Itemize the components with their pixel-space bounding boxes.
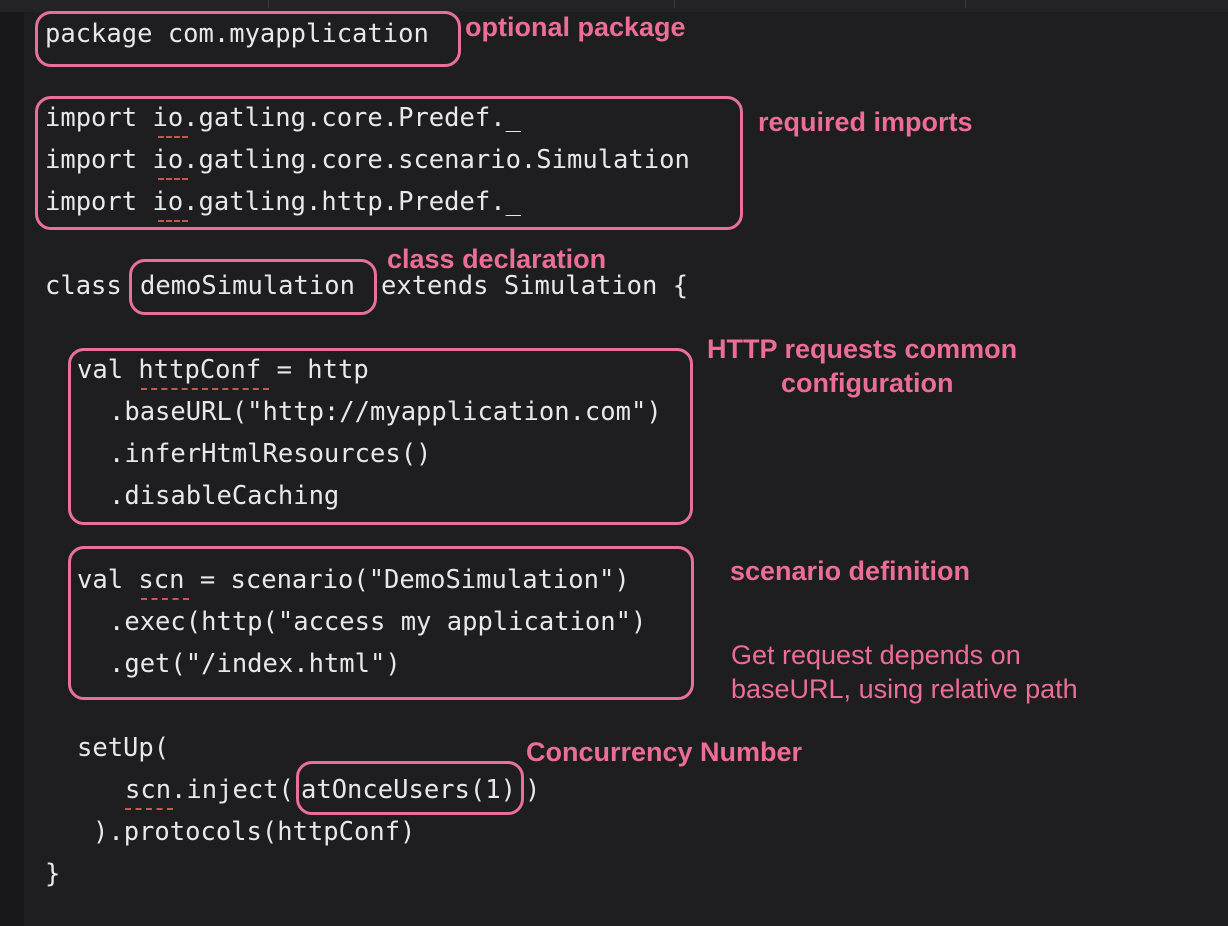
- class-declaration-label: class declaration: [387, 244, 607, 274]
- class-name-annotation-box: [129, 259, 377, 315]
- tab-divider: [674, 0, 675, 8]
- lint-squiggle: [125, 808, 173, 810]
- http-config-annotation-box: [68, 348, 693, 525]
- optional-package-label: optional package: [465, 12, 686, 42]
- code-line-setup-2-suffix[interactable]: ): [525, 774, 540, 806]
- code-line-setup-3[interactable]: ).protocols(httpConf): [93, 816, 415, 848]
- code-editor[interactable]: package com.myapplication import io.gatl…: [0, 0, 1228, 926]
- imports-annotation-box: [35, 96, 743, 230]
- tab-divider: [268, 0, 269, 8]
- code-line-setup-1[interactable]: setUp(: [77, 732, 169, 764]
- required-imports-label: required imports: [758, 107, 973, 137]
- package-annotation-box: [35, 11, 461, 67]
- scenario-annotation-box: [68, 546, 694, 700]
- code-line-class-keyword[interactable]: class: [45, 270, 122, 302]
- code-line-close-brace[interactable]: }: [45, 858, 60, 890]
- http-config-label-line1: HTTP requests common: [707, 334, 1018, 364]
- editor-gutter: [0, 12, 24, 926]
- concurrency-number-label: Concurrency Number: [526, 737, 803, 767]
- code-line-setup-2-prefix[interactable]: scn.inject(: [125, 774, 294, 806]
- tab-divider: [965, 0, 966, 8]
- scenario-definition-label: scenario definition: [730, 556, 971, 586]
- get-request-note-line2: baseURL, using relative path: [731, 674, 1078, 704]
- http-config-label-line2: configuration: [781, 368, 954, 398]
- get-request-note-line1: Get request depends on: [731, 640, 1021, 670]
- concurrency-annotation-box: [296, 761, 524, 815]
